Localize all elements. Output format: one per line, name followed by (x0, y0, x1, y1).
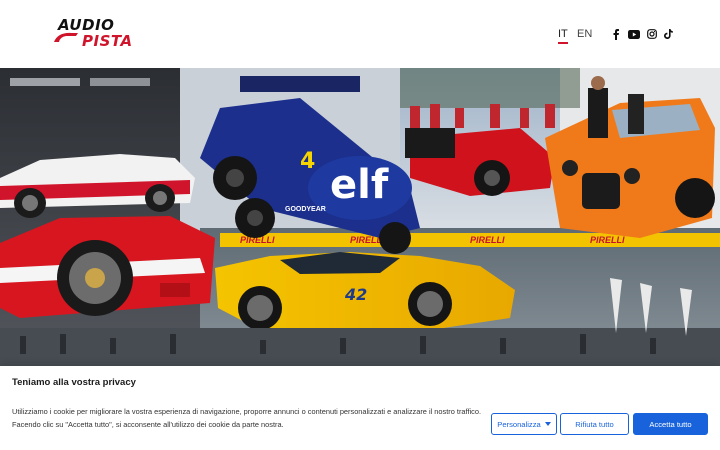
site-header: AUDIO PISTA IT EN (0, 0, 720, 68)
tyrrell-number: 4 (300, 149, 315, 174)
logo-text-pista: PISTA (82, 32, 133, 50)
customize-button-label: Personalizza (497, 419, 541, 429)
hero-collage-graphic: PIRELLI PIRELLI PIRELLI PIRELLI elf 4 GO… (0, 68, 720, 368)
chevron-down-icon (544, 422, 551, 426)
hero-collage-image: PIRELLI PIRELLI PIRELLI PIRELLI elf 4 GO… (0, 68, 720, 368)
red-ferrari-gt-car (0, 216, 215, 318)
instagram-icon[interactable] (646, 28, 658, 40)
cookie-consent-banner: Teniamo alla vostra privacy Utilizziamo … (0, 366, 720, 450)
audio-pista-logo[interactable]: AUDIO PISTA (52, 16, 132, 52)
page: AUDIO PISTA IT EN PIRELLI PIRELLI PIRELL… (0, 0, 720, 450)
cookie-banner-title: Teniamo alla vostra privacy (12, 377, 136, 388)
cookie-banner-description: Utilizziamo i cookie per migliorare la v… (12, 407, 481, 429)
logo-swoosh-icon (54, 32, 78, 42)
customize-button[interactable]: Personalizza (491, 413, 557, 435)
tiktok-icon[interactable] (662, 28, 674, 40)
yellow-car-number: 42 (344, 285, 367, 304)
accept-all-button[interactable]: Accetta tutto (633, 413, 708, 435)
pirelli-sign: PIRELLI (470, 235, 505, 245)
youtube-icon[interactable] (628, 28, 640, 40)
pirelli-sign: PIRELLI (590, 235, 625, 245)
language-it-link[interactable]: IT (558, 28, 568, 44)
language-en-link[interactable]: EN (577, 28, 592, 40)
facebook-icon[interactable] (610, 28, 622, 40)
elf-logo-text: elf (330, 162, 389, 208)
reject-all-button[interactable]: Rifiuta tutto (560, 413, 629, 435)
goodyear-text: GOODYEAR (285, 206, 326, 213)
